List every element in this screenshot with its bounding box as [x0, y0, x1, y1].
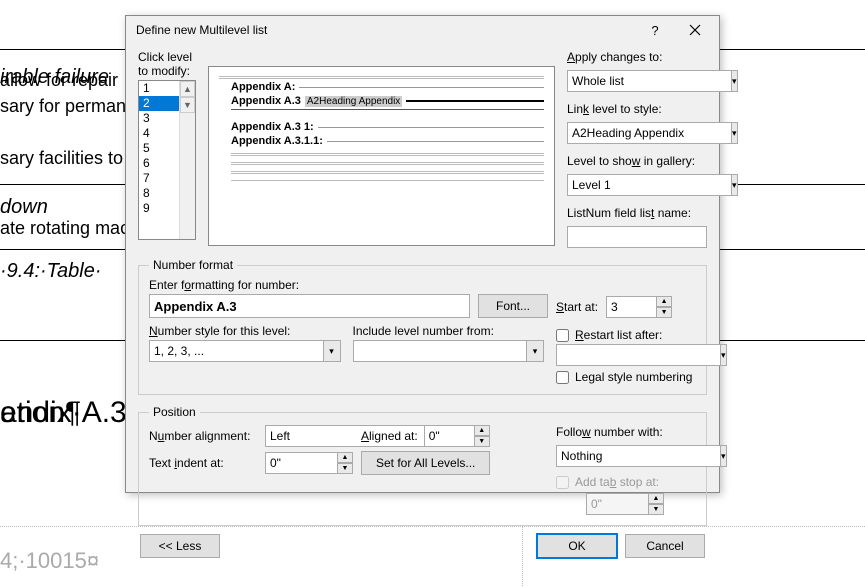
chevron-down-icon: ▾: [720, 344, 727, 366]
follow-number-label: Follow number with:: [556, 425, 696, 439]
level-label: Click level to modify:: [138, 50, 196, 78]
enter-formatting-input[interactable]: [149, 294, 470, 318]
number-alignment-label: Number alignment:: [149, 429, 259, 443]
chevron-down-icon: ▾: [731, 122, 738, 144]
show-gallery-label: Level to show in gallery:: [567, 154, 707, 168]
aligned-at-spinner[interactable]: ▲▼: [424, 425, 490, 447]
number-format-group: Number format Enter formatting for numbe…: [138, 258, 707, 395]
dialog-title: Define new Multilevel list: [136, 23, 635, 37]
scroll-down-icon[interactable]: ▼: [180, 97, 195, 113]
include-level-select[interactable]: ▾: [353, 340, 545, 362]
spin-up-icon[interactable]: ▲: [474, 425, 490, 436]
aligned-at-label: Aligned at:: [361, 429, 418, 443]
preview-pane: Appendix A: Appendix A.3A2Heading Append…: [208, 66, 555, 246]
spin-up-icon[interactable]: ▲: [337, 452, 353, 463]
level-item-5[interactable]: 5: [139, 141, 179, 156]
number-style-label: Number style for this level:: [149, 324, 341, 338]
link-level-select[interactable]: ▾: [567, 122, 707, 144]
link-level-label: Link level to style:: [567, 102, 707, 116]
number-alignment-select[interactable]: ▾: [265, 425, 355, 447]
level-item-4[interactable]: 4: [139, 126, 179, 141]
font-button[interactable]: Font...: [478, 294, 548, 318]
apply-changes-select[interactable]: ▾: [567, 70, 707, 92]
apply-changes-label: Apply changes to:: [567, 50, 707, 64]
scroll-up-icon[interactable]: ▲: [180, 81, 195, 97]
add-tab-label: Add tab stop at:: [575, 475, 659, 489]
level-item-2[interactable]: 2: [139, 96, 179, 111]
position-group: Position Number alignment: ▾ Aligned at:…: [138, 405, 707, 526]
spin-down-icon[interactable]: ▼: [656, 307, 672, 318]
level-item-9[interactable]: 9: [139, 201, 179, 216]
add-tab-spinner: ▲▼: [586, 493, 666, 515]
set-all-levels-button[interactable]: Set for All Levels...: [361, 451, 490, 475]
include-level-label: Include level number from:: [353, 324, 545, 338]
bg-text: ation¶: [0, 396, 81, 430]
cancel-button[interactable]: Cancel: [625, 534, 705, 558]
ok-button[interactable]: OK: [537, 534, 617, 558]
restart-list-checkbox[interactable]: [556, 329, 569, 342]
follow-number-select[interactable]: ▾: [556, 445, 696, 467]
level-item-8[interactable]: 8: [139, 186, 179, 201]
scrollbar[interactable]: ▲ ▼: [179, 81, 195, 239]
bg-text: ·9.4:·Table·: [0, 260, 102, 283]
bg-text: ate rotating mac: [0, 218, 129, 239]
bg-text: down: [0, 196, 48, 219]
define-multilevel-list-dialog: Define new Multilevel list ? Click level…: [125, 15, 720, 493]
close-icon: [689, 24, 701, 36]
chevron-down-icon: ▾: [731, 70, 738, 92]
bg-text: sary for perman: [0, 96, 126, 117]
level-listbox[interactable]: 123456789 ▲ ▼: [138, 80, 196, 240]
start-at-label: Start at:: [556, 300, 598, 314]
chevron-down-icon: ▾: [323, 340, 341, 362]
level-item-1[interactable]: 1: [139, 81, 179, 96]
number-style-select[interactable]: ▾: [149, 340, 341, 362]
close-button[interactable]: [675, 16, 715, 44]
chevron-down-icon: ▾: [526, 340, 544, 362]
spin-down-icon[interactable]: ▼: [474, 436, 490, 447]
restart-list-label: Restart list after:: [575, 328, 662, 342]
legal-style-label: Legal style numbering: [575, 370, 692, 384]
enter-formatting-label: Enter formatting for number:: [149, 278, 470, 292]
spin-up-icon: ▲: [648, 493, 664, 504]
less-button[interactable]: << Less: [140, 534, 220, 558]
legal-style-checkbox[interactable]: [556, 371, 569, 384]
start-at-spinner[interactable]: ▲▼: [606, 296, 672, 318]
listnum-label: ListNum field list name:: [567, 206, 707, 220]
level-item-6[interactable]: 6: [139, 156, 179, 171]
listnum-input[interactable]: [567, 226, 707, 248]
add-tab-checkbox: [556, 476, 569, 489]
spin-up-icon[interactable]: ▲: [656, 296, 672, 307]
text-indent-label: Text indent at:: [149, 456, 259, 470]
bg-text: sary facilities to: [0, 148, 123, 169]
text-indent-spinner[interactable]: ▲▼: [265, 452, 355, 474]
spin-down-icon: ▼: [648, 504, 664, 515]
titlebar: Define new Multilevel list ?: [126, 16, 719, 44]
level-item-3[interactable]: 3: [139, 111, 179, 126]
chevron-down-icon: ▾: [720, 445, 727, 467]
spin-down-icon[interactable]: ▼: [337, 463, 353, 474]
show-gallery-select[interactable]: ▾: [567, 174, 707, 196]
restart-list-select[interactable]: ▾: [556, 344, 696, 366]
chevron-down-icon: ▾: [731, 174, 738, 196]
help-button[interactable]: ?: [635, 16, 675, 44]
bg-text: 4;·10015¤: [0, 548, 99, 574]
bg-text: allow for repair: [0, 70, 118, 91]
level-item-7[interactable]: 7: [139, 171, 179, 186]
